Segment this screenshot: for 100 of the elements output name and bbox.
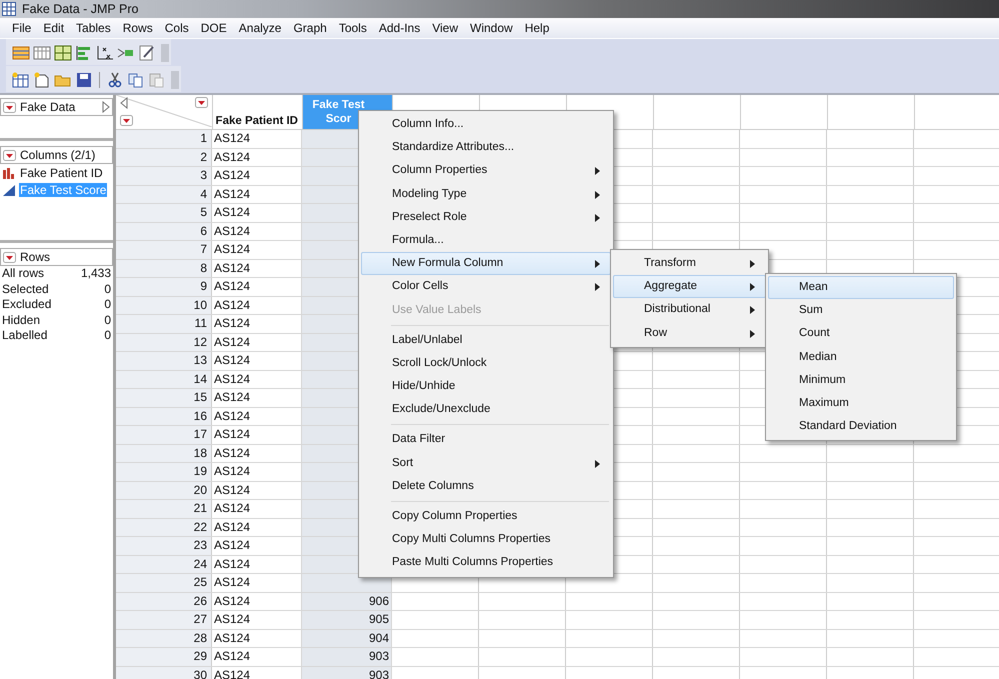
menu-item[interactable]: Tables bbox=[70, 21, 117, 35]
menu-item[interactable]: Cols bbox=[158, 21, 195, 35]
row-number[interactable]: 21 bbox=[116, 500, 212, 518]
row-number[interactable]: 28 bbox=[116, 630, 212, 647]
menu-item[interactable]: Modeling Type bbox=[361, 182, 611, 206]
axis-icon[interactable] bbox=[96, 45, 114, 61]
data-table-icon[interactable] bbox=[12, 45, 30, 61]
row-number[interactable]: 2 bbox=[116, 148, 212, 166]
row-number[interactable]: 13 bbox=[116, 352, 212, 370]
new-script-icon[interactable] bbox=[33, 72, 51, 88]
table-panel-header[interactable]: Fake Data bbox=[0, 98, 113, 116]
menu-item[interactable]: Maximum bbox=[768, 392, 954, 416]
row-number[interactable]: 23 bbox=[116, 537, 212, 554]
menu-item[interactable]: Rows bbox=[116, 21, 159, 35]
menu-item[interactable]: Column Properties bbox=[361, 159, 611, 183]
menu-item[interactable]: View bbox=[426, 21, 464, 35]
menu-item[interactable]: Standard Deviation bbox=[768, 415, 954, 438]
menu-item[interactable]: Data Filter bbox=[361, 428, 611, 452]
column-list-item[interactable]: Fake Patient ID bbox=[19, 166, 104, 180]
menu-item[interactable]: Graph bbox=[287, 21, 333, 35]
menu-item[interactable]: Add-Ins bbox=[372, 21, 426, 35]
menu-item[interactable]: New Formula Column bbox=[361, 252, 611, 276]
dropdown-icon[interactable] bbox=[120, 115, 133, 126]
row-number[interactable]: 25 bbox=[116, 574, 212, 592]
menu-item[interactable]: Preselect Role bbox=[361, 206, 611, 229]
expand-triangle-icon[interactable] bbox=[102, 101, 110, 113]
menu-item[interactable]: Help bbox=[518, 21, 556, 35]
row-number[interactable]: 24 bbox=[116, 556, 212, 573]
row-number[interactable]: 27 bbox=[116, 611, 212, 628]
toolbar-grip[interactable] bbox=[171, 71, 179, 89]
dropdown-icon[interactable] bbox=[195, 97, 208, 108]
row-number[interactable]: 14 bbox=[116, 370, 212, 388]
bar-chart-icon[interactable] bbox=[75, 45, 93, 61]
menu-item[interactable]: Median bbox=[768, 346, 954, 369]
menu-item[interactable]: Exclude/Unexclude bbox=[361, 398, 611, 422]
submenu-arrow-icon bbox=[595, 190, 600, 199]
checklist-icon[interactable] bbox=[138, 45, 156, 61]
row-number[interactable]: 10 bbox=[116, 296, 212, 314]
row-number[interactable]: 9 bbox=[116, 278, 212, 296]
menu-item[interactable]: Label/Unlabel bbox=[361, 328, 611, 352]
row-number[interactable]: 12 bbox=[116, 334, 212, 351]
grid-icon[interactable] bbox=[54, 45, 72, 61]
toolbar-grip[interactable] bbox=[161, 44, 169, 62]
menu-item[interactable]: Mean bbox=[768, 276, 954, 300]
row-number[interactable]: 22 bbox=[116, 518, 212, 536]
row-number[interactable]: 6 bbox=[116, 222, 212, 240]
menu-item[interactable]: Analyze bbox=[232, 21, 288, 35]
row-number[interactable]: 3 bbox=[116, 167, 212, 184]
menu-item[interactable]: Count bbox=[768, 322, 954, 346]
row-number[interactable]: 8 bbox=[116, 260, 212, 277]
menu-item[interactable]: Color Cells bbox=[361, 275, 611, 298]
menu-item[interactable]: Scroll Lock/Unlock bbox=[361, 352, 611, 376]
row-number[interactable]: 17 bbox=[116, 426, 212, 444]
menu-item[interactable]: Tools bbox=[332, 21, 373, 35]
collapse-triangle-icon[interactable] bbox=[120, 97, 128, 109]
menu-item[interactable]: Paste Multi Columns Properties bbox=[361, 551, 611, 575]
row-number[interactable]: 26 bbox=[116, 592, 212, 610]
row-stat-value: 0 bbox=[104, 312, 111, 328]
rows-panel-header[interactable]: Rows bbox=[0, 248, 113, 266]
menu-item[interactable]: DOE bbox=[194, 21, 233, 35]
menu-item[interactable]: Edit bbox=[37, 21, 70, 35]
dropdown-icon[interactable] bbox=[3, 150, 16, 160]
menu-item[interactable]: Copy Column Properties bbox=[361, 505, 611, 528]
row-number[interactable]: 16 bbox=[116, 408, 212, 425]
copy-icon[interactable] bbox=[127, 72, 145, 88]
menu-item[interactable]: Minimum bbox=[768, 368, 954, 392]
columns-panel-header[interactable]: Columns (2/1) bbox=[0, 146, 113, 164]
table-cell: 904 bbox=[302, 630, 392, 647]
table-grid-icon[interactable] bbox=[33, 45, 51, 61]
row-number[interactable]: 4 bbox=[116, 186, 212, 203]
row-number[interactable]: 20 bbox=[116, 482, 212, 499]
menu-item[interactable]: Distributional bbox=[613, 298, 766, 322]
row-stat-label: Labelled bbox=[2, 328, 48, 344]
menu-item[interactable]: Delete Columns bbox=[361, 474, 611, 498]
row-number[interactable]: 7 bbox=[116, 241, 212, 258]
row-number[interactable]: 29 bbox=[116, 648, 212, 666]
menu-item[interactable]: Aggregate bbox=[613, 275, 766, 298]
menu-item[interactable]: Transform bbox=[613, 252, 766, 276]
menu-item[interactable]: Formula... bbox=[361, 228, 611, 252]
menu-item[interactable]: Hide/Unhide bbox=[361, 375, 611, 398]
new-table-icon[interactable] bbox=[12, 72, 30, 88]
row-number[interactable]: 30 bbox=[116, 666, 212, 679]
row-number[interactable]: 1 bbox=[116, 130, 212, 148]
app-icon bbox=[2, 2, 16, 16]
menu-item[interactable]: Window bbox=[464, 21, 519, 35]
menu-item[interactable]: Sort bbox=[361, 452, 611, 475]
row-number[interactable]: 18 bbox=[116, 444, 212, 462]
row-number[interactable]: 5 bbox=[116, 204, 212, 222]
cut-icon[interactable] bbox=[106, 72, 124, 88]
menu-item[interactable]: Row bbox=[613, 322, 766, 345]
save-icon[interactable] bbox=[75, 72, 93, 88]
dropdown-icon[interactable] bbox=[3, 252, 16, 262]
menu-item[interactable]: File bbox=[6, 21, 38, 35]
dropdown-icon[interactable] bbox=[3, 102, 16, 112]
menu-item[interactable]: Standardize Attributes... bbox=[361, 136, 611, 160]
row-number[interactable]: 15 bbox=[116, 389, 212, 406]
row-number[interactable]: 19 bbox=[116, 463, 212, 480]
menu-item[interactable]: Sum bbox=[768, 299, 954, 322]
menu-item[interactable]: Copy Multi Columns Properties bbox=[361, 528, 611, 552]
row-number[interactable]: 11 bbox=[116, 315, 212, 332]
